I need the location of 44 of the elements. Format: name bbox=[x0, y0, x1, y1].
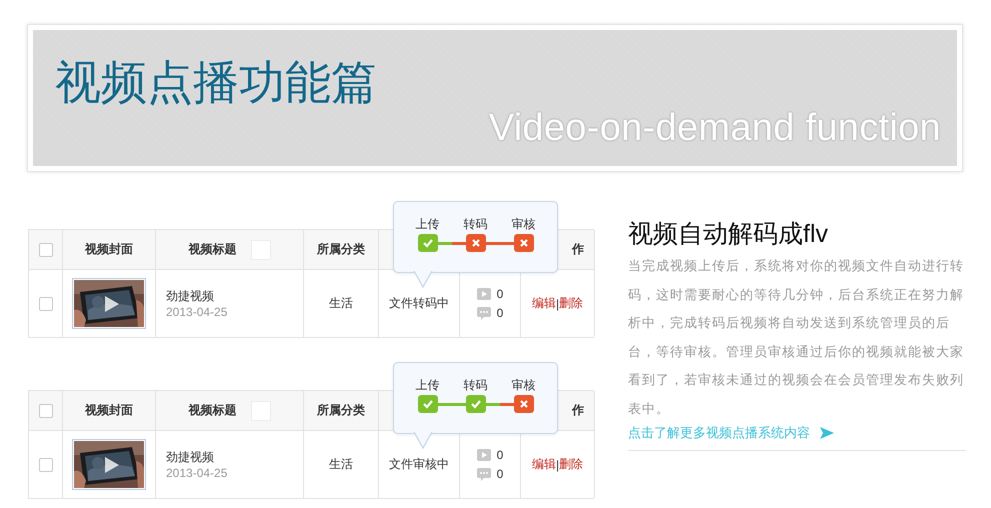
comment-count: 0 bbox=[496, 306, 504, 320]
checkbox[interactable] bbox=[38, 296, 52, 310]
edit-link[interactable]: 编辑 bbox=[532, 456, 556, 473]
thumbnail-frame[interactable] bbox=[72, 439, 146, 490]
thumbnail-frame[interactable] bbox=[72, 278, 146, 329]
comment-icon bbox=[476, 306, 491, 320]
header-label: 视频标题 bbox=[188, 402, 236, 419]
stage-label: 上传 bbox=[416, 377, 440, 393]
stage-label: 审核 bbox=[512, 216, 536, 232]
progress-connector bbox=[438, 242, 466, 245]
column-header: 视频封面 bbox=[63, 230, 156, 270]
stage-label: 审核 bbox=[512, 377, 536, 393]
header-label: 视频标题 bbox=[188, 241, 236, 258]
upload-date: 2013-04-25 bbox=[166, 305, 228, 319]
stage-label: 上传 bbox=[416, 216, 440, 232]
play-count: 0 bbox=[496, 448, 504, 462]
column-header: 视频封面 bbox=[63, 391, 156, 431]
separator: | bbox=[556, 458, 560, 472]
video-title[interactable]: 劲捷视频 bbox=[166, 449, 214, 466]
column-header: 所属分类 bbox=[304, 230, 379, 270]
checkbox[interactable] bbox=[38, 458, 52, 472]
delete-link[interactable]: 删除 bbox=[559, 456, 584, 473]
checkbox[interactable] bbox=[38, 242, 52, 256]
description-text: 当完成视频上传后，系统将对你的视频文件自动进行转码，这时需要耐心的等待几分钟，后台系统正在努力解析中，完成转码后视频将自动发送到系统管理员的后台，等待审核。管理员审核通过后你的视频就能被大家看到了，若审核未通过的视频会在会员管理发布失败列表中。 bbox=[628, 257, 965, 418]
column-header: 所属分类 bbox=[304, 391, 379, 431]
stage-label: 转码 bbox=[464, 216, 488, 232]
separator: | bbox=[556, 296, 560, 310]
progress-connector bbox=[486, 242, 514, 245]
comment-count: 0 bbox=[496, 467, 504, 481]
section-heading: 视频自动解码成flv bbox=[628, 219, 829, 250]
arrow-icon bbox=[820, 427, 834, 439]
progress-connector bbox=[438, 403, 466, 406]
edit-link[interactable]: 编辑 bbox=[532, 295, 556, 312]
delete-link[interactable]: 删除 bbox=[559, 295, 584, 312]
comment-icon bbox=[476, 468, 491, 480]
play-icon bbox=[476, 449, 491, 461]
banner-title: 视频点播功能篇 bbox=[55, 55, 377, 110]
checkbox[interactable] bbox=[38, 404, 52, 418]
progress-connector bbox=[486, 403, 514, 406]
play-count: 0 bbox=[496, 287, 504, 301]
stage-label: 转码 bbox=[464, 377, 488, 393]
video-title[interactable]: 劲捷视频 bbox=[166, 288, 214, 305]
play-icon bbox=[476, 288, 491, 300]
upload-date: 2013-04-25 bbox=[166, 466, 228, 480]
